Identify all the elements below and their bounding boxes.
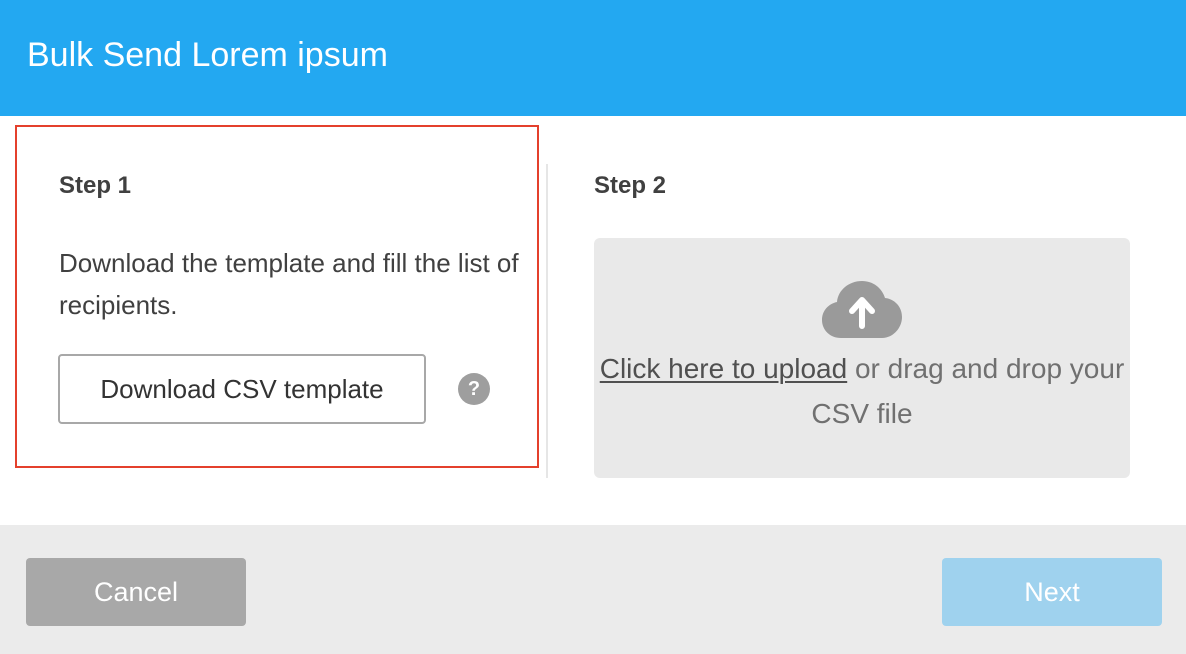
click-to-upload-link[interactable]: Click here to upload [600, 353, 847, 384]
cancel-button[interactable]: Cancel [26, 558, 246, 626]
upload-instructions: Click here to upload or drag and drop yo… [594, 346, 1130, 436]
dialog-header: Bulk Send Lorem ipsum [0, 0, 1186, 116]
cloud-upload-icon [822, 281, 902, 338]
step1-description: Download the template and fill the list … [59, 248, 519, 320]
csv-upload-dropzone[interactable]: Click here to upload or drag and drop yo… [594, 238, 1130, 478]
step-divider [546, 164, 548, 478]
download-csv-template-button[interactable]: Download CSV template [58, 354, 426, 424]
dialog-footer: Cancel Next [0, 525, 1186, 654]
help-icon[interactable]: ? [458, 373, 490, 405]
step2-title: Step 2 [594, 172, 667, 199]
drag-drop-text: or drag and drop your CSV file [811, 353, 1125, 429]
step1-title: Step 1 [59, 172, 132, 199]
next-button[interactable]: Next [942, 558, 1162, 626]
dialog-title: Bulk Send Lorem ipsum [27, 36, 388, 74]
bulk-send-dialog: Bulk Send Lorem ipsum Step 1 Download th… [0, 0, 1186, 654]
